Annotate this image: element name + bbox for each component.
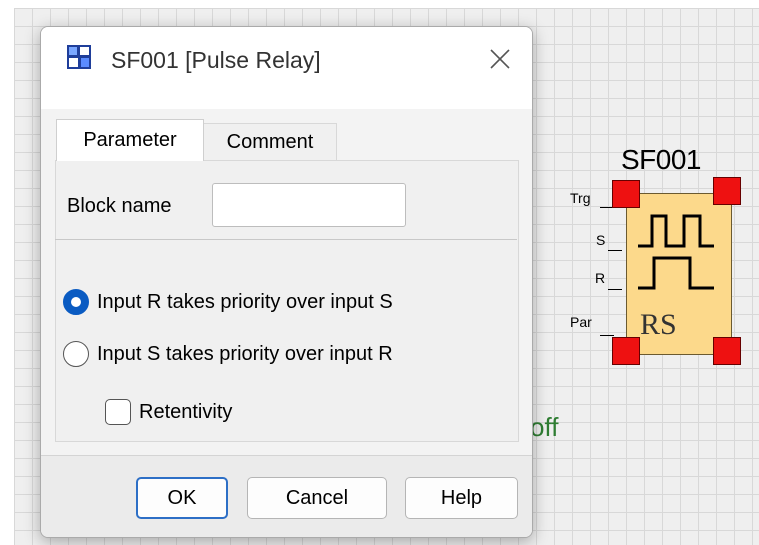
resize-handle-bottom-left[interactable] [612,337,640,365]
retentivity-label: Retentivity [139,400,233,423]
pin-line-par [600,335,614,336]
radio-unselected-icon[interactable] [63,341,89,367]
pin-label-trg: Trg [570,190,591,206]
cancel-button[interactable]: Cancel [247,477,387,519]
retentivity-checkbox[interactable] [105,399,131,425]
resize-handle-bottom-right[interactable] [713,337,741,365]
dialog-title: SF001 [Pulse Relay] [111,47,321,73]
block-title: SF001 [621,144,702,175]
resize-handle-top-right[interactable] [713,177,741,205]
priority-option-s-label: Input S takes priority over input R [97,342,393,365]
pin-label-s: S [596,232,606,248]
close-button[interactable] [478,37,522,81]
tab-parameter[interactable]: Parameter [56,119,204,161]
divider [55,239,517,240]
retentivity-option[interactable]: Retentivity [105,399,232,425]
close-icon [490,49,510,69]
priority-option-r-label: Input R takes priority over input S [97,290,393,313]
pulse-waveform-icon [638,214,714,290]
pin-label-par: Par [570,314,592,330]
pin-line-r [608,289,622,290]
block-name-label: Block name [67,195,172,217]
ok-button[interactable]: OK [136,477,228,519]
app-icon [67,45,91,69]
help-button[interactable]: Help [405,477,518,519]
pulse-relay-dialog: SF001 [Pulse Relay] Parameter Comment Bl… [40,26,533,538]
pin-line-s [608,250,622,251]
priority-option-r[interactable]: Input R takes priority over input S [63,289,393,315]
block-name-input[interactable] [212,183,406,227]
block-symbol: RS [640,308,677,341]
title-bar[interactable]: SF001 [Pulse Relay] [41,27,532,109]
pin-label-r: R [595,270,606,286]
priority-option-s[interactable]: Input S takes priority over input R [63,341,393,367]
status-text: off [530,412,559,442]
resize-handle-top-left[interactable] [612,180,640,208]
radio-selected-icon[interactable] [63,289,89,315]
tab-comment[interactable]: Comment [203,123,337,161]
